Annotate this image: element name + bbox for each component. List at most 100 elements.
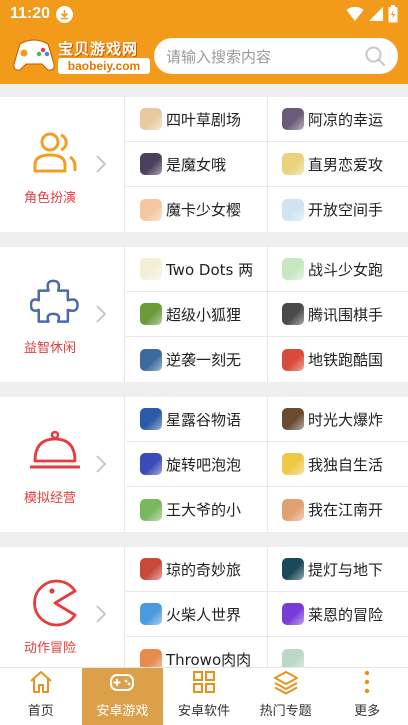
game-item[interactable]: 四叶草剧场	[126, 97, 267, 142]
category-puzzle[interactable]: 益智休闲	[0, 247, 125, 382]
game-item[interactable]: 火柴人世界	[126, 592, 267, 637]
game-item[interactable]: 地铁跑酷国	[267, 337, 408, 382]
game-name: 星露谷物语	[166, 410, 242, 429]
bottom-nav: 首页 安卓游戏 安卓软件 热门专题 更多	[0, 667, 408, 725]
game-icon	[140, 648, 162, 667]
status-time: 11:20	[10, 5, 51, 22]
game-item[interactable]: 魔卡少女樱	[126, 187, 267, 232]
game-icon	[140, 498, 162, 521]
game-icon	[140, 558, 162, 580]
chevron-right-icon	[96, 605, 106, 623]
game-icon	[140, 453, 162, 475]
nav-label: 首页	[27, 704, 54, 719]
game-name: 逆袭一刻无	[166, 351, 242, 369]
logo-domain: baobeiy.com	[58, 58, 150, 74]
game-item[interactable]: 阿凉的幸运	[267, 97, 408, 142]
puzzle-icon	[30, 279, 79, 323]
category-label: 模拟经营	[23, 491, 76, 506]
category-role-play[interactable]: 角色扮演	[0, 97, 125, 232]
game-name: 魔卡少女樱	[166, 201, 242, 219]
game-item[interactable]: 星露谷物语	[126, 397, 267, 442]
game-grid: 琼的奇妙旅 提灯与地下 火柴人世界 莱恩的冒险 Throwo肉肉	[126, 547, 408, 667]
game-name: 是魔女哦	[166, 155, 227, 174]
game-item[interactable]: 我独自生活	[267, 442, 408, 487]
chevron-right-icon	[96, 455, 106, 473]
layers-icon	[273, 671, 298, 695]
nav-label: 安卓软件	[177, 704, 230, 719]
game-icon	[282, 198, 304, 221]
status-bar: 11:20	[0, 0, 408, 28]
chevron-right-icon	[96, 305, 106, 323]
game-item[interactable]: 莱恩的冒险	[267, 592, 408, 637]
game-name: 四叶草剧场	[166, 110, 242, 129]
search-icon[interactable]	[364, 45, 386, 67]
game-item[interactable]: 王大爷的小	[126, 487, 267, 532]
game-icon	[140, 303, 162, 325]
category-action-adventure[interactable]: 动作冒险	[0, 547, 125, 667]
nav-label: 安卓游戏	[96, 704, 149, 719]
game-item[interactable]: 超级小狐狸	[126, 292, 267, 337]
nav-hot-topics[interactable]: 热门专题	[245, 668, 327, 725]
game-item[interactable]: Throwo肉肉	[126, 637, 267, 667]
game-name: 旋转吧泡泡	[166, 455, 242, 474]
nav-android-games[interactable]: 安卓游戏	[81, 668, 164, 725]
game-item[interactable]: 提灯与地下	[267, 547, 408, 592]
game-icon	[140, 198, 162, 221]
game-item[interactable]: 旋转吧泡泡	[126, 442, 267, 487]
game-item[interactable]: 时光大爆炸	[267, 397, 408, 442]
wifi-icon	[346, 6, 364, 21]
game-icon	[282, 498, 304, 521]
game-name: Throwo肉肉	[166, 651, 252, 667]
game-item[interactable]: 战斗少女跑	[267, 247, 408, 292]
signal-icon	[369, 7, 383, 21]
gamepad-logo-icon	[13, 39, 55, 71]
game-icon	[282, 303, 304, 325]
game-icon	[282, 453, 304, 475]
game-name: Two Dots 两	[166, 260, 254, 279]
category-label: 动作冒险	[23, 641, 76, 656]
category-section-simulation: 模拟经营 星露谷物语 时光大爆炸 旋转吧泡泡 我独自生活 王大爷的小 我在江南开	[0, 397, 408, 532]
category-simulation[interactable]: 模拟经营	[0, 397, 125, 532]
category-label: 益智休闲	[23, 341, 76, 356]
game-grid: 四叶草剧场 阿凉的幸运 是魔女哦 直男恋爱攻 魔卡少女樱 开放空间手	[126, 97, 408, 232]
game-grid: Two Dots 两 战斗少女跑 超级小狐狸 腾讯围棋手 逆袭一刻无 地铁跑酷国	[126, 247, 408, 382]
game-icon	[282, 348, 304, 371]
category-section-role-play: 角色扮演 四叶草剧场 阿凉的幸运 是魔女哦 直男恋爱攻 魔卡少女樱 开放空间手	[0, 97, 408, 232]
game-item[interactable]: 腾讯围棋手	[267, 292, 408, 337]
more-vertical-icon	[364, 670, 370, 694]
game-name: 腾讯围棋手	[308, 305, 384, 324]
game-icon	[282, 258, 304, 280]
game-name: 王大爷的小	[166, 501, 242, 519]
nav-label: 更多	[354, 704, 381, 719]
nav-home[interactable]: 首页	[0, 668, 82, 725]
game-item[interactable]: 直男恋爱攻	[267, 142, 408, 187]
home-icon	[30, 671, 52, 693]
site-logo[interactable]: 宝贝游戏网 baobeiy.com	[12, 34, 150, 78]
nav-label: 热门专题	[259, 704, 312, 719]
game-icon	[140, 153, 162, 175]
game-item[interactable]: 开放空间手	[267, 187, 408, 232]
game-icon	[282, 108, 304, 130]
game-name: 提灯与地下	[308, 560, 384, 579]
game-item[interactable]: 我在江南开	[267, 487, 408, 532]
game-name: 莱恩的冒险	[308, 605, 384, 624]
game-icon	[140, 108, 162, 130]
game-item[interactable]: 是魔女哦	[126, 142, 267, 187]
game-item[interactable]	[267, 637, 408, 667]
header: 宝贝游戏网 baobeiy.com 请输入搜索内容	[0, 28, 408, 84]
game-item[interactable]: Two Dots 两	[126, 247, 267, 292]
game-icon	[282, 603, 304, 625]
nav-more[interactable]: 更多	[326, 668, 408, 725]
logo-title: 宝贝游戏网	[58, 40, 139, 58]
game-item[interactable]: 逆袭一刻无	[126, 337, 267, 382]
game-name: 我在江南开	[308, 501, 384, 519]
game-icon	[140, 258, 162, 280]
game-item[interactable]: 琼的奇妙旅	[126, 547, 267, 592]
game-icon	[140, 408, 162, 430]
game-name: 阿凉的幸运	[308, 110, 384, 129]
game-name: 时光大爆炸	[308, 410, 384, 429]
game-name: 火柴人世界	[166, 605, 242, 624]
nav-android-apps[interactable]: 安卓软件	[163, 668, 245, 725]
search-input[interactable]: 请输入搜索内容	[154, 38, 398, 74]
game-name: 地铁跑酷国	[308, 351, 384, 369]
